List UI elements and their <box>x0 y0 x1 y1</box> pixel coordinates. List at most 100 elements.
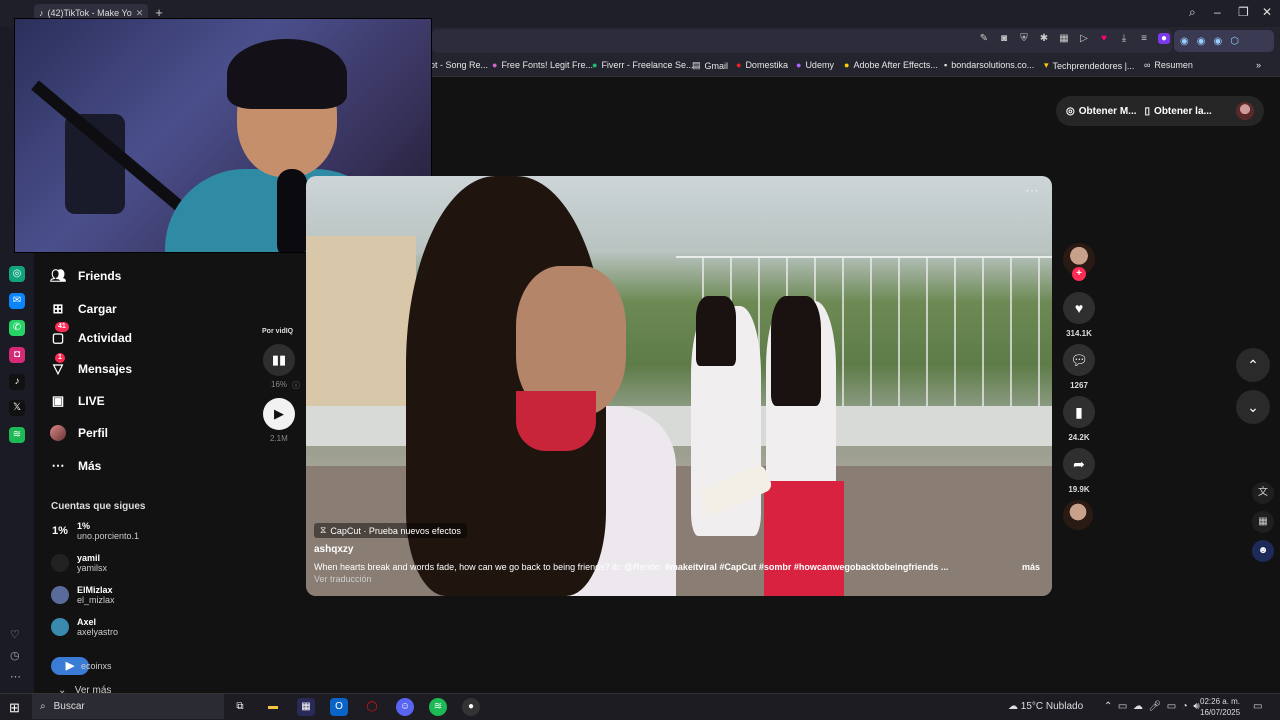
bookmark[interactable]: ▾ Techprendedores |... <box>1044 60 1134 71</box>
following-account[interactable]: ElMizlax el_mizlax <box>51 585 115 605</box>
translate-tool-icon[interactable]: 文 <box>1252 482 1274 504</box>
gallery-icon[interactable]: ▦ <box>1058 33 1070 44</box>
play-button[interactable]: ▶ <box>263 398 295 430</box>
minimize-button[interactable]: – <box>1214 5 1221 19</box>
camera-icon[interactable]: ◙ <box>998 33 1010 44</box>
shield-icon[interactable]: ⛨ <box>1018 33 1030 44</box>
maximize-button[interactable]: ❐ <box>1238 5 1249 19</box>
nav-profile[interactable]: Perfil <box>50 425 108 441</box>
bookmark[interactable]: ▪ bondarsolutions.co... <box>944 60 1034 70</box>
caption-hashtags[interactable]: #makeitviral #CapCut #sombr #howcanwegob… <box>665 562 949 572</box>
following-title: Cuentas que sigues <box>51 501 146 512</box>
edit-icon[interactable]: ✎ <box>978 33 990 44</box>
heart-icon[interactable]: ♡ <box>10 628 20 641</box>
search-label: Buscar <box>53 701 85 712</box>
close-window-button[interactable]: ✕ <box>1262 5 1272 19</box>
bookmark-label: Fiverr - Freelance Se... <box>601 60 694 70</box>
tray-icons[interactable]: ⌃ ▭ ☁ 🎤︎ ▭ ◔ 🔊︎ <box>1104 701 1200 712</box>
more-icon[interactable]: ⋯ <box>10 670 21 683</box>
bookmark-label: Domestika <box>745 60 788 70</box>
video-skirt <box>764 481 844 596</box>
outlook-icon[interactable]: O <box>330 698 348 716</box>
comment-button[interactable]: 💬︎ <box>1063 344 1095 376</box>
cube-icon[interactable]: ⬡ <box>1230 36 1239 47</box>
person-hair <box>227 39 347 109</box>
video-author[interactable]: ashqxzy <box>314 544 353 555</box>
play-icon[interactable]: ▷ <box>1078 33 1090 44</box>
avatar[interactable] <box>1236 102 1254 120</box>
messenger-icon[interactable]: ✉ <box>9 293 25 309</box>
bookmark[interactable]: ● Udemy <box>796 60 834 70</box>
obs-icon[interactable]: ● <box>462 698 480 716</box>
music-disc-avatar[interactable] <box>1063 500 1093 530</box>
follow-button[interactable]: + <box>1072 267 1086 281</box>
more-caption-link[interactable]: más <box>1022 562 1040 572</box>
bookmark[interactable]: ot - Song Re... <box>430 60 488 70</box>
nav-live[interactable]: ▣ LIVE <box>50 393 105 409</box>
effect-tag[interactable]: ⧖ CapCut · Prueba nuevos efectos <box>314 523 467 538</box>
task-view-icon[interactable]: ⧉ <box>231 698 249 716</box>
tiktok-icon[interactable]: ♪ <box>9 374 25 390</box>
whatsapp-icon[interactable]: ✆ <box>9 320 25 336</box>
spotify-icon[interactable]: ≋ <box>9 427 25 443</box>
file-explorer-icon[interactable]: ▬ <box>264 698 282 716</box>
like-button[interactable]: ♥ <box>1063 292 1095 324</box>
avatar <box>51 554 69 572</box>
save-button[interactable]: ▮ <box>1063 396 1095 428</box>
menu-icon[interactable]: ≡ <box>1138 33 1150 44</box>
chatgpt-icon[interactable]: ◎ <box>9 266 25 282</box>
bookmark[interactable]: ● Free Fonts! Legit Fre... <box>492 60 593 70</box>
info-icon[interactable]: ⓘ <box>292 380 300 391</box>
weather-label: 15°C Nublado <box>1020 701 1084 712</box>
get-app-button[interactable]: ▯ Obtener la... <box>1145 106 1212 117</box>
clock[interactable]: 02:26 a. m. 16/07/2025 <box>1200 696 1240 718</box>
more-options-icon[interactable]: ⋯ <box>1025 182 1040 199</box>
store-icon[interactable]: ▦ <box>297 698 315 716</box>
nav-activity[interactable]: ▢ 41 Actividad <box>50 322 132 346</box>
bookmark[interactable]: ● Fiverr - Freelance Se... <box>592 60 693 70</box>
discord-icon[interactable]: ☺ <box>396 698 414 716</box>
qr-tool-icon[interactable]: ▦ <box>1252 511 1274 533</box>
download-icon[interactable]: ⤓ <box>1118 33 1130 44</box>
translate-link[interactable]: Ver traducción <box>314 574 372 584</box>
history-icon[interactable]: ◷ <box>10 649 20 662</box>
nav-messages[interactable]: ▽ 1 Mensajes <box>50 353 132 377</box>
search-icon: ⌕ <box>40 701 46 712</box>
bookmark[interactable]: ▤ Gmail <box>692 60 728 71</box>
video-player[interactable]: ⋯ ⧖ CapCut · Prueba nuevos efectos ashqx… <box>306 176 1052 596</box>
profile-icon[interactable]: ● <box>1158 33 1170 44</box>
extension-icon[interactable]: ◉ <box>1213 36 1222 47</box>
bookmark[interactable]: ● Domestika <box>736 60 788 70</box>
taskbar-search[interactable]: ⌕ Buscar <box>32 694 224 719</box>
assistant-tool-icon[interactable]: ☻ <box>1252 540 1274 562</box>
windows-start-icon[interactable]: ⊞ <box>9 700 20 716</box>
get-coins-button[interactable]: ◎ Obtener M... <box>1066 106 1137 117</box>
previous-video-button[interactable]: ⌃ <box>1236 348 1270 382</box>
nav-more[interactable]: ⋯ Más <box>50 458 102 474</box>
notifications-icon[interactable]: ▭ <box>1253 701 1262 712</box>
bookmark[interactable]: ∞ Resumen <box>1144 60 1193 70</box>
instagram-icon[interactable]: ◘ <box>9 347 25 363</box>
stats-button[interactable]: ▮▮ <box>263 344 295 376</box>
x-icon[interactable]: 𝕏 <box>9 400 25 416</box>
close-tab-icon[interactable]: ✕ <box>136 8 144 19</box>
extension-icon[interactable]: ◉ <box>1180 36 1189 47</box>
bookmark[interactable]: ● Adobe After Effects... <box>844 60 938 70</box>
share-button[interactable]: ➦ <box>1063 448 1095 480</box>
nav-friends[interactable]: 👥︎ Friends <box>50 268 121 284</box>
opera-icon[interactable]: ◯ <box>363 698 381 716</box>
extension-icon[interactable]: ◉ <box>1197 36 1206 47</box>
following-account[interactable]: ▶ ecoinxs <box>51 657 112 675</box>
search-tabs-icon[interactable]: ⌕ <box>1189 5 1196 20</box>
following-account[interactable]: 1% 1% uno.porciento.1 <box>51 521 139 541</box>
next-video-button[interactable]: ⌄ <box>1236 390 1270 424</box>
nav-upload[interactable]: ⊞ Cargar <box>50 301 117 317</box>
weather-widget[interactable]: ☁ 15°C Nublado <box>1008 701 1083 712</box>
bookmark-label: ot - Song Re... <box>430 60 489 70</box>
bookmarks-overflow-icon[interactable]: » <box>1256 60 1261 70</box>
extension-icon[interactable]: ✱ <box>1038 33 1050 44</box>
heart-icon[interactable]: ♥ <box>1098 33 1110 44</box>
following-account[interactable]: yamil yamilsx <box>51 553 107 573</box>
spotify-icon[interactable]: ≋ <box>429 698 447 716</box>
following-account[interactable]: Axel axelyastro <box>51 617 118 637</box>
